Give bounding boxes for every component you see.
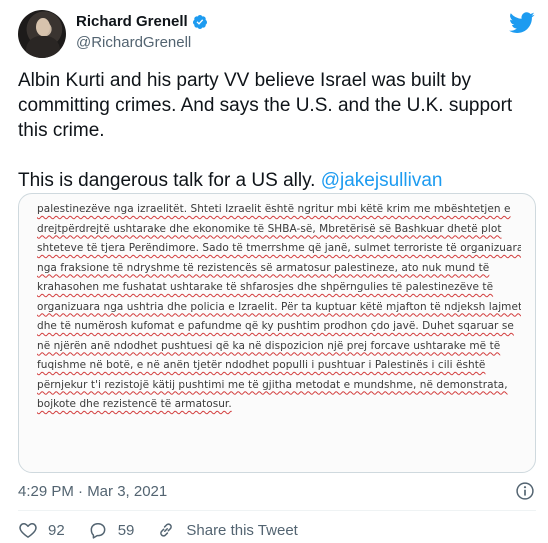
avatar[interactable] xyxy=(18,10,66,58)
share-link-icon xyxy=(160,523,173,537)
reply-bubble-icon xyxy=(90,523,106,539)
tweet-timestamp[interactable]: 4:29 PM · Mar 3, 2021 xyxy=(18,483,167,500)
mention-link[interactable]: @jakejsullivan xyxy=(321,170,443,191)
reply-count: 59 xyxy=(117,521,135,539)
divider xyxy=(18,510,536,511)
avatar-suit xyxy=(26,36,60,58)
media-text-line: në njërën anë ndodhet pushtuesi që ka në… xyxy=(37,339,501,352)
media-text-line: krahasohen me fushatat ushtarake të shfa… xyxy=(37,281,494,293)
media-text-line: organizuara nga ushtria dhe policia e Iz… xyxy=(37,300,521,313)
media-text-line: drejtpërdrejtë ushtarake dhe ekonomike t… xyxy=(37,222,502,235)
like-button[interactable]: 92 xyxy=(18,520,65,540)
author-handle[interactable]: @RichardGrenell xyxy=(76,34,191,51)
author-name-row[interactable]: Richard Grenell xyxy=(76,13,208,30)
author-name[interactable]: Richard Grenell xyxy=(76,13,188,30)
media-text-line: shteteve të tjera Perëndimore. Sado të t… xyxy=(37,242,521,254)
media-text: palestinezëve nga izraelitët. Shteti Izr… xyxy=(37,200,521,415)
like-count: 92 xyxy=(48,521,65,539)
media-text-line: palestinezëve nga izraelitët. Shteti Izr… xyxy=(37,203,511,215)
tweet-card: Richard Grenell @RichardGrenell Albin Ku… xyxy=(0,0,548,543)
action-bar: 92 59 Share this Tweet xyxy=(18,520,298,540)
media-text-line: dhe të numërosh kufomat e pafundme që ky… xyxy=(37,320,514,332)
avatar-face xyxy=(36,18,50,36)
media-text-line: fuqishme në botë, e në anën tjetër ndodh… xyxy=(37,359,486,371)
media-text-line: nga fraksione të ndryshme të rezistencës… xyxy=(37,261,490,274)
heart-icon xyxy=(19,523,37,538)
tweet-paragraph-2-text: This is dangerous talk for a US ally. xyxy=(18,170,321,191)
tweet-text: Albin Kurti and his party VV believe Isr… xyxy=(18,68,538,193)
twitter-bird-icon[interactable] xyxy=(509,12,535,34)
media-image[interactable]: palestinezëve nga izraelitët. Shteti Izr… xyxy=(18,193,536,473)
reply-button[interactable]: 59 xyxy=(88,520,135,540)
info-icon[interactable] xyxy=(515,481,535,501)
share-label: Share this Tweet xyxy=(186,521,298,539)
media-text-line: bojkote dhe rezistencë të armatosur. xyxy=(37,398,232,410)
media-text-line: përnjekur t'i rezistojë kätij pushtimi m… xyxy=(37,378,508,391)
verified-badge-icon xyxy=(192,14,207,29)
tweet-paragraph-1: Albin Kurti and his party VV believe Isr… xyxy=(18,70,513,141)
tweet-paragraph-2: This is dangerous talk for a US ally. @j… xyxy=(18,168,538,193)
share-button[interactable]: Share this Tweet xyxy=(156,520,298,540)
